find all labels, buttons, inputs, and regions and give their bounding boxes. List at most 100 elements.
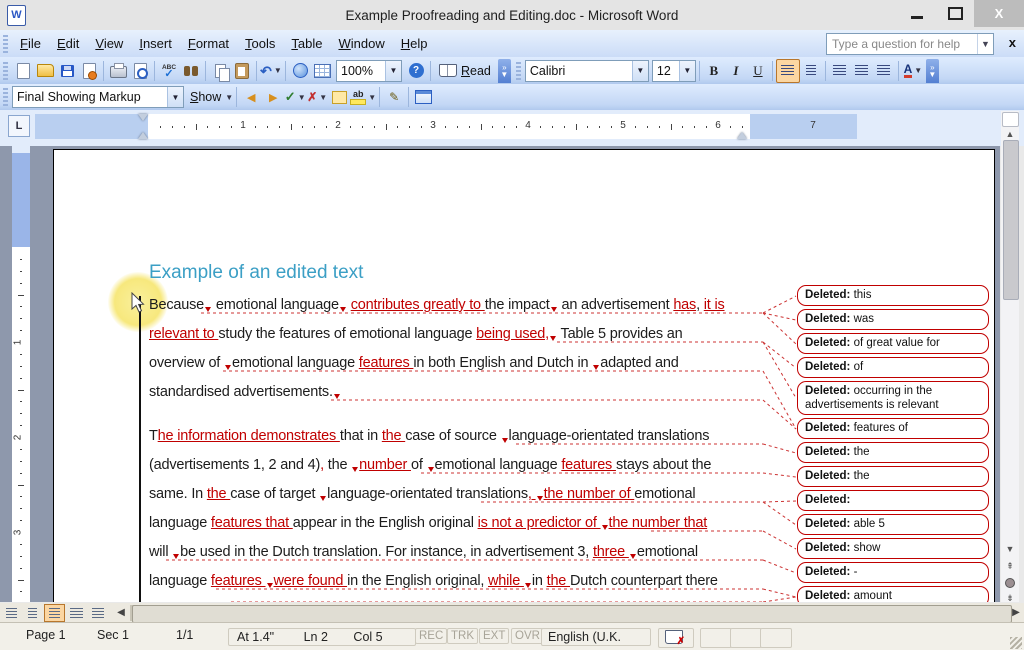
chevron-down-icon[interactable]: ▼ — [167, 87, 183, 107]
increase-indent-button[interactable] — [873, 60, 895, 82]
undo-button[interactable]: ↶▼ — [260, 60, 282, 82]
text-line[interactable]: language features were found in the Engl… — [149, 567, 789, 596]
read-button[interactable]: Read — [434, 60, 496, 82]
underline-button[interactable]: U — [747, 60, 769, 82]
chevron-down-icon[interactable]: ▼ — [679, 61, 695, 81]
vertical-ruler[interactable]: 123 — [12, 146, 30, 602]
tab-selector-button[interactable]: L — [8, 115, 30, 137]
zoom-combobox[interactable]: 100% ▼ — [336, 60, 402, 82]
chevron-down-icon[interactable]: ▼ — [977, 34, 993, 54]
first-line-indent-marker[interactable] — [138, 114, 148, 121]
insert-comment-button[interactable] — [328, 86, 350, 108]
toolbar-grip[interactable] — [3, 62, 8, 80]
toolbar-options-chevron[interactable]: »▼ — [926, 59, 939, 83]
numbering-button[interactable] — [829, 60, 851, 82]
help-question-box[interactable]: Type a question for help ▼ — [826, 33, 994, 55]
document-page[interactable]: Example of an edited text Because emotio… — [53, 149, 995, 602]
font-name-combobox[interactable]: Calibri ▼ — [525, 60, 649, 82]
help-button[interactable]: ? — [405, 60, 427, 82]
research-button[interactable] — [180, 60, 202, 82]
deletion-balloon[interactable]: Deleted: features of — [797, 418, 989, 439]
text-line[interactable]: The information demonstrates that in the… — [149, 422, 789, 451]
menubar-close-icon[interactable]: x — [1009, 35, 1016, 50]
deletion-balloon[interactable]: Deleted: this — [797, 285, 989, 306]
menu-format[interactable]: Format — [180, 33, 237, 54]
italic-button[interactable]: I — [725, 60, 747, 82]
deletion-balloon[interactable]: Deleted: occurring in the advertisements… — [797, 381, 989, 415]
chevron-down-icon[interactable]: ▼ — [385, 61, 401, 81]
deletion-balloon[interactable]: Deleted: was — [797, 309, 989, 330]
document-text[interactable]: Because emotional language contributes g… — [149, 291, 789, 602]
select-browse-object-button[interactable] — [1002, 575, 1018, 590]
status-mode-trk[interactable]: TRK — [447, 628, 478, 644]
deletion-balloon[interactable]: Deleted: able 5 — [797, 514, 989, 535]
chevron-down-icon[interactable]: ▼ — [632, 61, 648, 81]
hanging-indent-marker[interactable] — [138, 132, 148, 139]
new-document-button[interactable] — [12, 60, 34, 82]
align-center-button[interactable] — [800, 60, 822, 82]
bullets-button[interactable] — [851, 60, 873, 82]
open-button[interactable] — [34, 60, 56, 82]
text-line[interactable]: language features that appear in the Eng… — [149, 509, 789, 538]
previous-change-button[interactable]: ◀ — [240, 86, 262, 108]
menu-tools[interactable]: Tools — [237, 33, 283, 54]
print-layout-view-button[interactable] — [44, 604, 65, 622]
maximize-button[interactable] — [936, 2, 974, 26]
deletion-balloon[interactable]: Deleted: - — [797, 562, 989, 583]
deletion-balloon[interactable]: Deleted: — [797, 490, 989, 511]
text-line[interactable]: overview of emotional language features … — [149, 349, 789, 378]
text-line[interactable]: relevant to study the features of emotio… — [149, 320, 789, 349]
deletion-balloon[interactable]: Deleted: of great value for — [797, 333, 989, 354]
chevron-down-icon[interactable]: ▼ — [319, 93, 327, 102]
reject-change-button[interactable]: ✗▼ — [306, 86, 328, 108]
menu-edit[interactable]: Edit — [49, 33, 87, 54]
text-line[interactable]: standardised advertisements. — [149, 378, 789, 407]
show-menu-button[interactable]: Show▼ — [188, 86, 233, 108]
vertical-scrollbar[interactable]: ▲ ▼ ⇞ ⇟ — [1001, 111, 1019, 602]
web-layout-view-button[interactable] — [23, 605, 42, 621]
reviewing-pane-button[interactable] — [412, 86, 434, 108]
text-line[interactable]: will be used in the Dutch translation. F… — [149, 538, 789, 567]
toolbar-grip[interactable] — [516, 62, 521, 80]
deletion-balloon[interactable]: Deleted: of — [797, 357, 989, 378]
toolbar-options-chevron[interactable]: »▼ — [498, 59, 511, 83]
chevron-down-icon[interactable]: ▼ — [914, 66, 922, 75]
horizontal-ruler[interactable]: 1234567 — [35, 114, 857, 139]
toolbar-grip[interactable] — [3, 88, 8, 106]
status-mode-ext[interactable]: EXT — [479, 628, 509, 644]
chevron-down-icon[interactable]: ▼ — [274, 66, 282, 75]
close-button[interactable]: X — [974, 0, 1024, 27]
menu-insert[interactable]: Insert — [131, 33, 180, 54]
copy-button[interactable] — [209, 60, 231, 82]
menu-help[interactable]: Help — [393, 33, 436, 54]
insert-table-button[interactable] — [311, 60, 333, 82]
chevron-down-icon[interactable]: ▼ — [298, 93, 306, 102]
normal-view-button[interactable] — [2, 605, 21, 621]
menu-table[interactable]: Table — [283, 33, 330, 54]
highlight-button[interactable]: ab▼ — [350, 86, 376, 108]
font-color-button[interactable]: A▼ — [902, 60, 924, 82]
deletion-balloon[interactable]: Deleted: show — [797, 538, 989, 559]
chevron-down-icon[interactable]: ▼ — [368, 93, 376, 102]
spelling-button[interactable]: ABC✓ — [158, 60, 180, 82]
text-line[interactable]: same. In the case of target language-ori… — [149, 480, 789, 509]
status-mode-ovr[interactable]: OVR — [511, 628, 544, 644]
right-indent-marker[interactable] — [737, 132, 747, 139]
text-line[interactable]: (advertisements 1, 2 and 4), the number … — [149, 451, 789, 480]
next-change-button[interactable]: ▶ — [262, 86, 284, 108]
outline-view-button[interactable] — [67, 605, 86, 621]
split-handle[interactable] — [1002, 112, 1019, 127]
resize-grip[interactable] — [1010, 637, 1022, 649]
scroll-up-icon[interactable]: ▲ — [1002, 126, 1018, 141]
deletion-balloon[interactable]: Deleted: the — [797, 466, 989, 487]
deletion-balloon[interactable]: Deleted: amount — [797, 586, 989, 602]
minimize-button[interactable] — [898, 2, 936, 26]
font-size-combobox[interactable]: 12 ▼ — [652, 60, 696, 82]
deletion-balloon[interactable]: Deleted: the — [797, 442, 989, 463]
scroll-down-icon[interactable]: ▼ — [1002, 541, 1018, 556]
menu-view[interactable]: View — [87, 33, 131, 54]
print-button[interactable] — [107, 60, 129, 82]
save-button[interactable] — [56, 60, 78, 82]
horizontal-scroll-track[interactable] — [130, 605, 1007, 621]
vertical-scroll-thumb[interactable] — [1003, 140, 1019, 300]
